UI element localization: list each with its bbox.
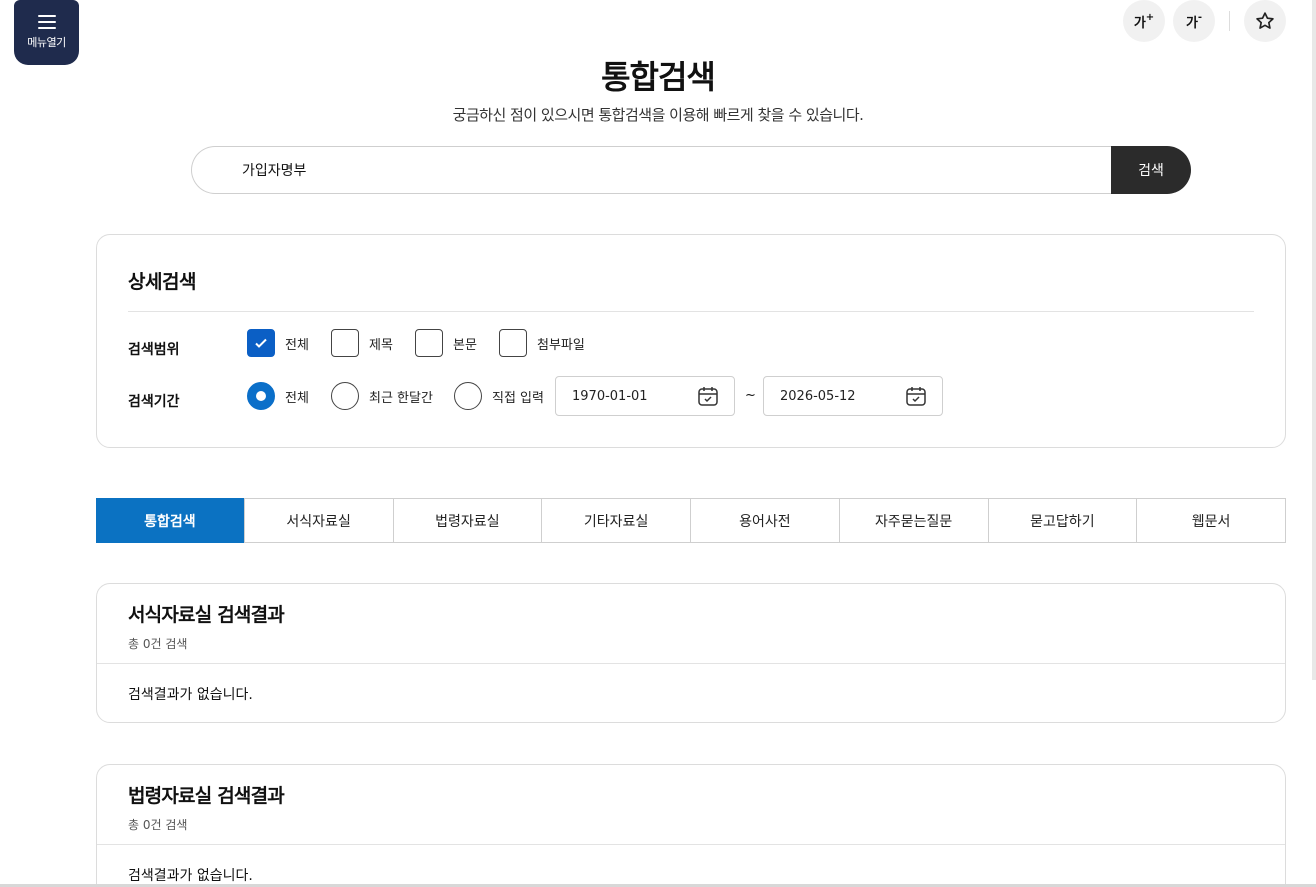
font-decrease-button[interactable]: 가- xyxy=(1173,0,1215,42)
scope-option-title[interactable]: 제목 xyxy=(331,329,393,357)
radio-selected-icon xyxy=(247,382,275,410)
end-date-value: 2026-05-12 xyxy=(780,388,856,404)
checkbox-icon xyxy=(415,329,443,357)
category-tabs: 통합검색 서식자료실 법령자료실 기타자료실 용어사전 자주묻는질문 묻고답하기… xyxy=(96,498,1286,543)
result-empty-message: 검색결과가 없습니다. xyxy=(128,868,253,884)
result-section-laws: 법령자료실 검색결과 총 0건 검색 검색결과가 없습니다. xyxy=(96,764,1286,887)
radio-icon xyxy=(454,382,482,410)
tab-qna[interactable]: 묻고답하기 xyxy=(987,499,1137,542)
scope-option-attachment[interactable]: 첨부파일 xyxy=(499,329,585,357)
hamburger-icon xyxy=(37,15,56,29)
top-tools: 가 + 가- xyxy=(1123,0,1286,42)
bookmark-button[interactable] xyxy=(1244,0,1286,42)
tab-webdocs[interactable]: 웹문서 xyxy=(1136,499,1285,542)
tool-divider xyxy=(1229,11,1230,31)
scope-option-all[interactable]: 전체 xyxy=(247,329,309,357)
date-separator: ~ xyxy=(745,388,756,403)
checkbox-icon xyxy=(499,329,527,357)
tab-glossary[interactable]: 용어사전 xyxy=(690,499,839,542)
tab-faq[interactable]: 자주묻는질문 xyxy=(838,499,988,542)
plus-icon: + xyxy=(1145,11,1155,23)
divider xyxy=(128,311,1254,312)
scope-option-label: 전체 xyxy=(285,337,309,353)
star-icon xyxy=(1256,12,1274,29)
period-option-label: 전체 xyxy=(285,390,309,406)
scope-option-body[interactable]: 본문 xyxy=(415,329,477,357)
checkbox-checked-icon xyxy=(247,329,275,357)
start-date-field[interactable]: 1970-01-01 xyxy=(555,376,735,416)
radio-icon xyxy=(331,382,359,410)
tab-laws[interactable]: 법령자료실 xyxy=(392,499,542,542)
result-title: 서식자료실 검색결과 xyxy=(128,604,285,626)
detail-search-title: 상세검색 xyxy=(128,271,196,293)
start-date-value: 1970-01-01 xyxy=(572,388,648,404)
tab-integrated[interactable]: 통합검색 xyxy=(96,498,244,543)
search-input[interactable] xyxy=(191,146,1111,194)
period-option-label: 직접 입력 xyxy=(492,390,544,406)
page-title: 통합검색 xyxy=(601,58,716,96)
period-label: 검색기간 xyxy=(128,394,180,410)
result-count: 총 0건 검색 xyxy=(128,637,188,651)
result-section-forms: 서식자료실 검색결과 총 0건 검색 검색결과가 없습니다. xyxy=(96,583,1286,723)
calendar-icon[interactable] xyxy=(696,384,720,408)
calendar-icon[interactable] xyxy=(904,384,928,408)
scope-option-label: 첨부파일 xyxy=(537,337,585,353)
tab-forms[interactable]: 서식자료실 xyxy=(243,499,393,542)
checkbox-icon xyxy=(331,329,359,357)
detail-search-panel: 상세검색 검색범위 전체 제목 본문 첨부파일 검색기간 전체 최근 한달간 직… xyxy=(96,234,1286,448)
font-decrease-label: 가 xyxy=(1185,15,1198,31)
result-count: 총 0건 검색 xyxy=(128,818,188,832)
period-option-custom[interactable]: 직접 입력 xyxy=(454,382,544,410)
result-header: 법령자료실 검색결과 총 0건 검색 xyxy=(97,765,1285,845)
period-option-month[interactable]: 최근 한달간 xyxy=(331,382,433,410)
font-increase-label: 가 xyxy=(1133,15,1146,31)
minus-icon: - xyxy=(1197,11,1203,23)
font-increase-button[interactable]: 가 + xyxy=(1123,0,1165,42)
scope-option-label: 본문 xyxy=(453,337,477,353)
end-date-field[interactable]: 2026-05-12 xyxy=(763,376,943,416)
period-option-label: 최근 한달간 xyxy=(369,390,433,406)
period-option-all[interactable]: 전체 xyxy=(247,382,309,410)
scrollbar-track[interactable] xyxy=(1312,0,1316,680)
page-subtitle: 궁금하신 점이 있으시면 통합검색을 이용해 빠르게 찾을 수 있습니다. xyxy=(452,106,864,124)
search-bar: 검색 xyxy=(191,146,1191,194)
result-title: 법령자료실 검색결과 xyxy=(128,785,285,807)
scope-label: 검색범위 xyxy=(128,342,180,358)
result-empty-message: 검색결과가 없습니다. xyxy=(128,687,253,703)
scope-option-label: 제목 xyxy=(369,337,393,353)
result-header: 서식자료실 검색결과 총 0건 검색 xyxy=(97,584,1285,664)
search-button[interactable]: 검색 xyxy=(1111,146,1191,194)
menu-open-label: 메뉴열기 xyxy=(27,36,66,49)
tab-etc[interactable]: 기타자료실 xyxy=(541,499,690,542)
